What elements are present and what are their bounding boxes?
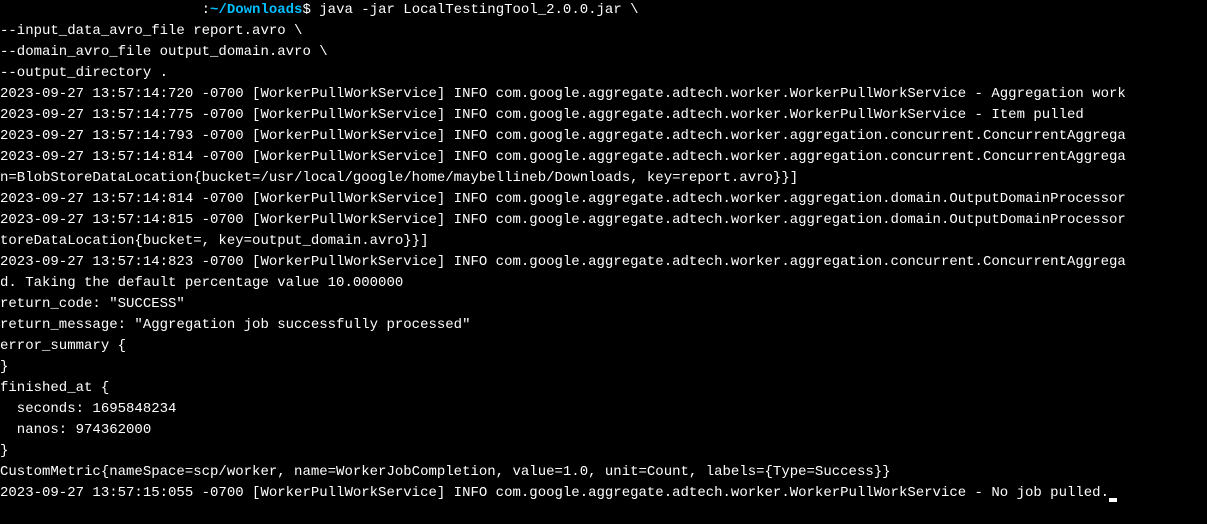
- terminal-line: 2023-09-27 13:57:15:055 -0700 [WorkerPul…: [0, 483, 1207, 504]
- terminal-line: return_message: "Aggregation job success…: [0, 315, 1207, 336]
- terminal-line: toreDataLocation{bucket=, key=output_dom…: [0, 231, 1207, 252]
- terminal-line: 2023-09-27 13:57:14:793 -0700 [WorkerPul…: [0, 126, 1207, 147]
- terminal-line: 2023-09-27 13:57:14:775 -0700 [WorkerPul…: [0, 105, 1207, 126]
- terminal-window[interactable]: :~/Downloads$ java -jar LocalTestingTool…: [0, 0, 1207, 504]
- terminal-line: CustomMetric{nameSpace=scp/worker, name=…: [0, 462, 1207, 483]
- terminal-line: error_summary {: [0, 336, 1207, 357]
- terminal-line: finished_at {: [0, 378, 1207, 399]
- terminal-line: }: [0, 441, 1207, 462]
- terminal-line: --domain_avro_file output_domain.avro \: [0, 42, 1207, 63]
- command-text: java -jar LocalTestingTool_2.0.0.jar \: [319, 2, 638, 18]
- terminal-line: 2023-09-27 13:57:14:720 -0700 [WorkerPul…: [0, 84, 1207, 105]
- prompt-path: ~/Downloads: [210, 2, 302, 18]
- redacted-hostname: [0, 0, 202, 21]
- terminal-line: --input_data_avro_file report.avro \: [0, 21, 1207, 42]
- prompt-dollar: $: [302, 2, 319, 18]
- cursor: [1109, 498, 1117, 502]
- terminal-line: 2023-09-27 13:57:14:815 -0700 [WorkerPul…: [0, 210, 1207, 231]
- prompt-line: :~/Downloads$ java -jar LocalTestingTool…: [0, 0, 1207, 21]
- prompt-colon: :: [202, 2, 210, 18]
- terminal-line: --output_directory .: [0, 63, 1207, 84]
- terminal-line: return_code: "SUCCESS": [0, 294, 1207, 315]
- terminal-line: }: [0, 357, 1207, 378]
- terminal-line: n=BlobStoreDataLocation{bucket=/usr/loca…: [0, 168, 1207, 189]
- terminal-line: 2023-09-27 13:57:14:814 -0700 [WorkerPul…: [0, 189, 1207, 210]
- terminal-line: 2023-09-27 13:57:14:814 -0700 [WorkerPul…: [0, 147, 1207, 168]
- terminal-line: nanos: 974362000: [0, 420, 1207, 441]
- terminal-line: 2023-09-27 13:57:14:823 -0700 [WorkerPul…: [0, 252, 1207, 273]
- terminal-line: seconds: 1695848234: [0, 399, 1207, 420]
- terminal-line: d. Taking the default percentage value 1…: [0, 273, 1207, 294]
